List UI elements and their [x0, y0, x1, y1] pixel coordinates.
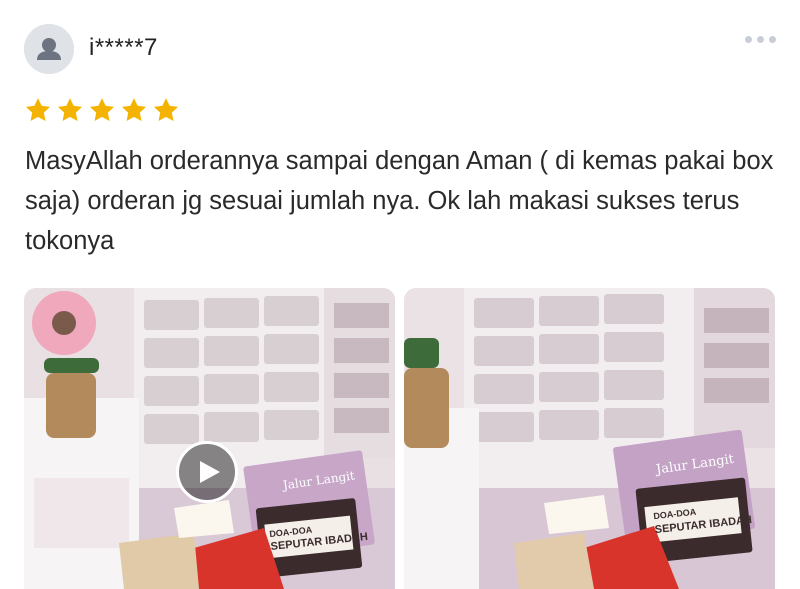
review-photo[interactable]: Jalur Langit DOA-DOA SEPUTAR IBADAH [404, 288, 775, 589]
rating-stars [24, 96, 180, 124]
more-options-button[interactable] [740, 33, 776, 45]
more-dots-icon [757, 35, 764, 43]
review-photo-image: Jalur Langit DOA-DOA SEPUTAR IBADAH [404, 288, 775, 589]
star-filled-icon [57, 98, 83, 121]
more-dots-icon [769, 35, 776, 43]
user-silhouette-icon [24, 24, 74, 74]
review-card: i*****7 MasyAllah orderannya sampai deng… [0, 0, 800, 589]
video-preview-image: Jalur Langit DOA-DOA SEPUTAR IBADAH [24, 288, 395, 589]
star-filled-icon [89, 98, 115, 121]
play-button[interactable] [176, 441, 238, 503]
review-video-thumbnail[interactable]: Jalur Langit DOA-DOA SEPUTAR IBADAH [24, 288, 395, 589]
star-filled-icon [153, 98, 179, 121]
reviewer-username: i*****7 [89, 34, 158, 61]
star-filled-icon [121, 98, 147, 121]
play-icon [200, 461, 220, 483]
avatar[interactable] [24, 24, 74, 74]
star-filled-icon [25, 98, 51, 121]
more-dots-icon [745, 35, 752, 43]
review-text: MasyAllah orderannya sampai dengan Aman … [25, 147, 774, 255]
